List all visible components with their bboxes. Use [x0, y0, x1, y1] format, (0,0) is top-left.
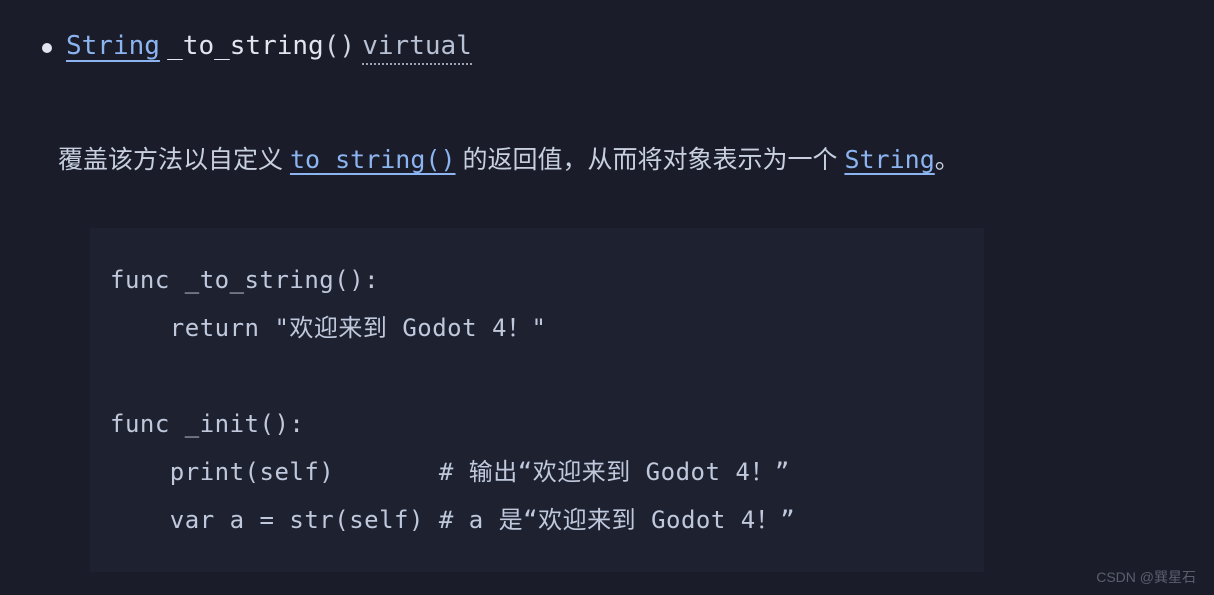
method-description: 覆盖该方法以自定义 to_string() 的返回值，从而将对象表示为一个 St… — [58, 140, 1164, 180]
method-parens: () — [324, 31, 355, 61]
bullet-icon — [42, 43, 52, 53]
qualifier-virtual: virtual — [362, 31, 472, 65]
string-type-link[interactable]: String — [844, 145, 934, 174]
signature-text: String _to_string () virtual — [66, 30, 472, 65]
to-string-link[interactable]: to_string() — [290, 145, 456, 174]
desc-text-mid: 的返回值，从而将对象表示为一个 — [456, 146, 845, 174]
code-example: func _to_string(): return "欢迎来到 Godot 4！… — [90, 228, 984, 572]
desc-text-suffix: 。 — [935, 146, 960, 174]
method-signature: String _to_string () virtual — [40, 30, 1164, 65]
watermark: CSDN @巽星石 — [1096, 567, 1196, 587]
method-name: _to_string — [167, 31, 324, 61]
desc-text-prefix: 覆盖该方法以自定义 — [58, 146, 290, 174]
return-type-link[interactable]: String — [66, 31, 160, 61]
